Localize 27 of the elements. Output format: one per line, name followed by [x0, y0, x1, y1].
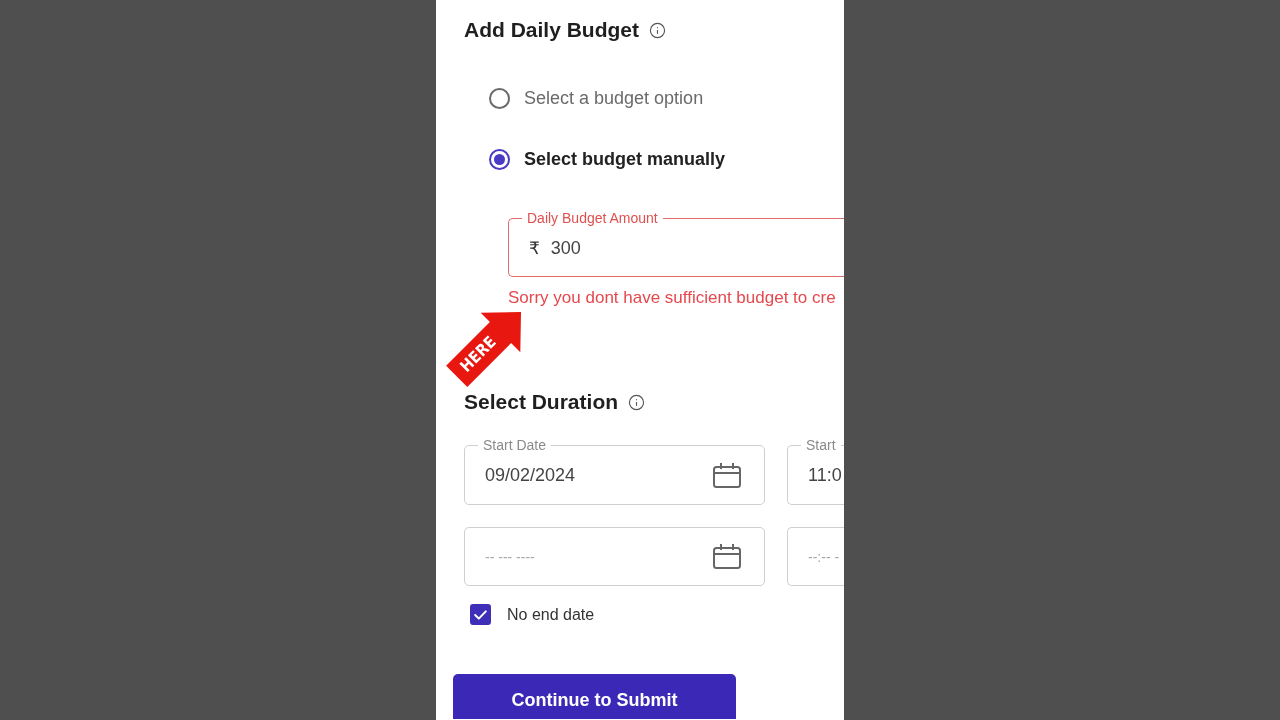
field-value: 11:0: [808, 464, 843, 486]
section-title: Add Daily Budget: [464, 17, 639, 43]
error-message: Sorry you dont have sufficient budget to cre: [508, 288, 837, 307]
field-value: 300: [550, 237, 582, 259]
field-placeholder: --:-- -: [808, 547, 841, 566]
info-icon[interactable]: [628, 393, 646, 411]
option-label[interactable]: Select budget manually: [524, 148, 726, 170]
field-label: Start Date: [482, 437, 548, 453]
checkbox-label[interactable]: No end date: [507, 604, 595, 625]
option-label[interactable]: Select a budget option: [524, 87, 704, 109]
field-label: Start: [805, 437, 837, 453]
section-title: Select Duration: [464, 389, 619, 415]
field-label: Daily Budget Amount: [526, 210, 659, 226]
date-field[interactable]: Start Date 09/02/2024: [464, 437, 765, 505]
amount-field[interactable]: Daily Budget Amount ₹ 300: [508, 210, 844, 277]
field-value: 09/02/2024: [485, 464, 577, 486]
calendar-icon[interactable]: [713, 544, 741, 569]
calendar-icon[interactable]: [713, 462, 741, 488]
info-icon[interactable]: [649, 21, 666, 39]
submit-button[interactable]: Continue to Submit: [453, 674, 736, 719]
field-placeholder: -- --- ----: [485, 547, 536, 566]
checkbox[interactable]: [470, 604, 491, 625]
radio-button[interactable]: [489, 87, 510, 109]
radio-button[interactable]: [489, 148, 510, 170]
check-icon: [474, 609, 487, 620]
time-field[interactable]: Start 11:0: [787, 437, 844, 505]
currency-symbol: ₹: [529, 237, 540, 259]
